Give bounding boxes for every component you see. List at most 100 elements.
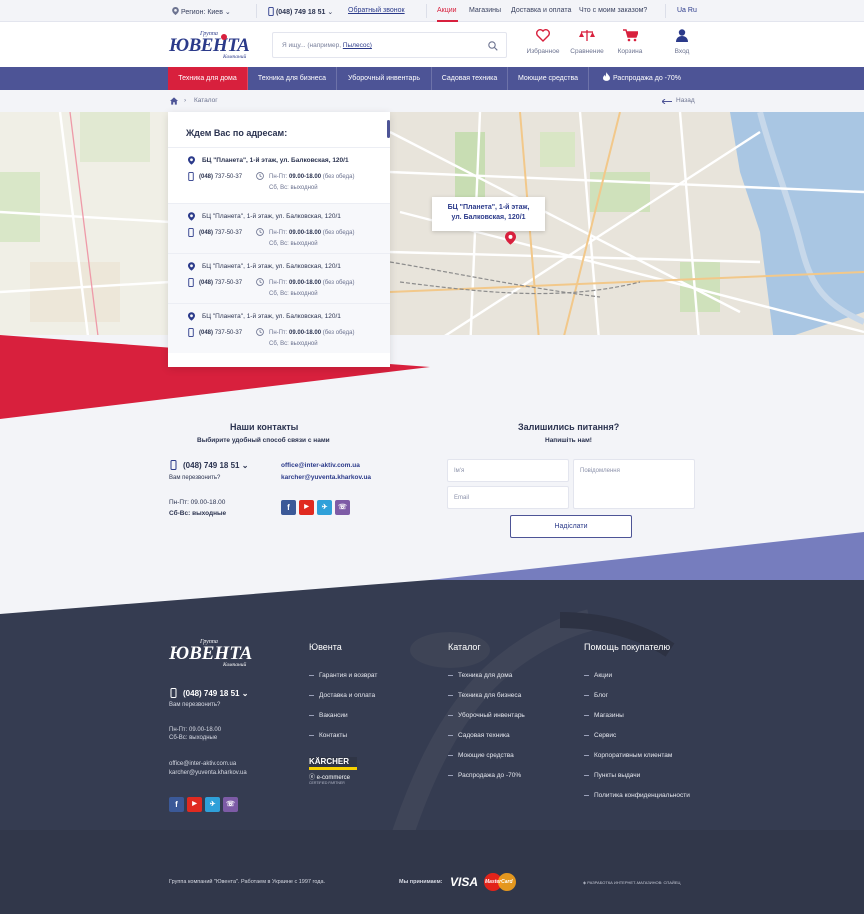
address-title: БЦ "Планета", 1-й этаж, ул. Балковская, … <box>202 157 349 164</box>
footer-link-vacancies[interactable]: Вакансии <box>309 712 348 719</box>
region-label: Регион: Киев <box>180 9 223 16</box>
address-item[interactable]: БЦ "Планета", 1-й этаж, ул. Балковская, … <box>168 203 390 253</box>
address-item[interactable]: БЦ "Планета", 1-й этаж, ул. Балковская, … <box>168 303 390 353</box>
topbar-link-order-status[interactable]: Что с моим заказом? <box>579 7 647 14</box>
address-item[interactable]: БЦ "Планета", 1-й этаж, ул. Балковская, … <box>168 147 390 197</box>
footer-link-pickup[interactable]: Пункты выдачи <box>584 772 640 779</box>
nav-item-home-appliances[interactable]: Техника для дома <box>168 67 248 90</box>
search-input[interactable]: Я ищу... (например, Пылесос) <box>272 32 507 58</box>
nav-item-business-equipment[interactable]: Техника для бизнеса <box>248 67 337 90</box>
address-panel: Ждем Вас по адресам: БЦ "Планета", 1-й э… <box>168 112 390 367</box>
back-link[interactable]: Назад <box>676 97 695 104</box>
address-item[interactable]: БЦ "Планета", 1-й этаж, ул. Балковская, … <box>168 253 390 303</box>
name-placeholder: Ім'я <box>454 468 465 474</box>
footer-link-stores[interactable]: Магазины <box>584 712 624 719</box>
footer-link-detergents[interactable]: Моющие средства <box>448 752 514 759</box>
logo[interactable]: Группа ЮВЕНТА Компаний <box>169 31 255 60</box>
address-hours-note: (без обеда) <box>322 174 355 180</box>
topbar-link-stores[interactable]: Магазины <box>469 7 501 14</box>
address-phone[interactable]: (048) 737-50-37 <box>199 174 242 180</box>
footer-link-warranty[interactable]: Гарантия и возврат <box>309 672 377 679</box>
footer-telegram-icon[interactable]: ✈ <box>205 797 220 812</box>
map-marker-icon[interactable] <box>505 231 516 245</box>
footer-hours: Пн-Пт: 09.00-18.00 <box>169 727 222 733</box>
footer-phone-number: (048) 749 18 51 <box>183 689 240 698</box>
topbar-link-delivery[interactable]: Доставка и оплата <box>511 7 571 14</box>
map-canvas <box>0 112 864 352</box>
nav-item-cleaning-tools[interactable]: Уборочный инвентарь <box>337 67 432 90</box>
message-field[interactable]: Повідомлення <box>573 459 695 509</box>
callback-link[interactable]: Обратный звонок <box>348 7 405 14</box>
mastercard-icon: MasterCard <box>484 873 518 891</box>
contacts-phone[interactable]: (048) 749 18 51 ⌄ <box>183 461 248 470</box>
developer-credit[interactable]: ◈ РАЗРАБОТКА ИНТЕРНЕТ-МАГАЗИНОВ: СПАЙЕЦ <box>583 880 680 885</box>
address-weekend: Сб, Вс: выходной <box>269 291 318 297</box>
viber-icon[interactable]: ☏ <box>335 500 350 515</box>
footer-link-service[interactable]: Сервис <box>584 732 616 739</box>
map[interactable] <box>0 112 864 352</box>
address-hours-value: 09.00-18.00 <box>289 230 322 236</box>
cart-button[interactable]: Корзина <box>605 29 655 55</box>
address-panel-title: Ждем Вас по адресам: <box>186 128 288 138</box>
address-phone-prefix: (048) <box>199 330 214 336</box>
topbar-phone[interactable]: (048) 749 18 51 ⌄ <box>268 7 333 16</box>
footer-logo[interactable]: Группа ЮВЕНТА Компаний <box>169 639 255 668</box>
nav-item-sale[interactable]: Распродажа до -70% <box>589 67 695 90</box>
favorites-label: Избранное <box>526 48 560 55</box>
footer-link-promo[interactable]: Акции <box>584 672 612 679</box>
footer-email-office[interactable]: office@inter-aktiv.com.ua <box>169 761 236 767</box>
address-hours: Пн-Пт: 09.00-18.00 (без обеда) <box>269 174 354 180</box>
footer-link-home-appliances[interactable]: Техника для дома <box>448 672 512 679</box>
telegram-icon[interactable]: ✈ <box>317 500 332 515</box>
address-phone-prefix: (048) <box>199 230 214 236</box>
map-tooltip-line1: БЦ "Планета", 1-й этаж, <box>447 204 530 211</box>
footer-link-blog[interactable]: Блог <box>584 692 608 699</box>
contacts-email-office[interactable]: office@inter-aktiv.com.ua <box>281 462 360 469</box>
cart-icon <box>622 29 639 42</box>
email-field[interactable]: Email <box>447 486 569 509</box>
facebook-icon[interactable]: f <box>281 500 296 515</box>
contacts-callback-link[interactable]: Вам перезвонить? <box>169 475 220 481</box>
footer-email-karcher[interactable]: karcher@yuventa.kharkov.ua <box>169 770 247 776</box>
header: Группа ЮВЕНТА Компаний Я ищу... (наприме… <box>0 22 864 67</box>
breadcrumb-separator: › <box>184 97 187 104</box>
footer-link-delivery[interactable]: Доставка и оплата <box>309 692 375 699</box>
footer-link-business[interactable]: Техника для бизнеса <box>448 692 521 699</box>
contacts-email-karcher[interactable]: karcher@yuventa.kharkov.ua <box>281 474 371 481</box>
region-selector[interactable]: Регион: Киев ⌄ <box>172 7 231 16</box>
address-phone[interactable]: (048) 737-50-37 <box>199 280 242 286</box>
map-tooltip: БЦ "Планета", 1-й этаж, ул. Балковская, … <box>432 197 545 231</box>
footer-callback-link[interactable]: Вам перезвонить? <box>169 702 220 708</box>
language-switcher[interactable]: Ua Ru <box>677 7 697 14</box>
footer: Группа ЮВЕНТА Компаний (048) 749 18 51 ⌄… <box>0 580 864 914</box>
footer-phone[interactable]: (048) 749 18 51 ⌄ <box>183 689 248 698</box>
address-scrollbar[interactable] <box>387 120 390 138</box>
footer-link-contacts[interactable]: Контакты <box>309 732 347 739</box>
address-hours-label: Пн-Пт: <box>269 174 288 180</box>
youtube-icon[interactable]: ▶ <box>299 500 314 515</box>
footer-link-corporate[interactable]: Корпоративным клиентам <box>584 752 672 759</box>
footer-link-sale[interactable]: Распродажа до -70% <box>448 772 521 779</box>
footer-link-garden[interactable]: Садовая техника <box>448 732 510 739</box>
search-placeholder: Я ищу... (например, Пылесос) <box>282 42 372 49</box>
email-placeholder: Email <box>454 495 470 501</box>
mobile-icon <box>188 172 194 181</box>
address-hours-label: Пн-Пт: <box>269 330 288 336</box>
footer-link-privacy[interactable]: Политика конфиденциальности <box>584 792 690 799</box>
footer-link-cleaning[interactable]: Уборочный инвентарь <box>448 712 525 719</box>
address-phone[interactable]: (048) 737-50-37 <box>199 230 242 236</box>
address-phone[interactable]: (048) 737-50-37 <box>199 330 242 336</box>
footer-youtube-icon[interactable]: ▶ <box>187 797 202 812</box>
login-button[interactable]: Вход <box>657 29 707 55</box>
nav-item-detergents[interactable]: Моющие средства <box>508 67 589 90</box>
fire-icon <box>602 72 610 81</box>
home-icon[interactable] <box>170 97 178 105</box>
mobile-icon <box>268 7 274 16</box>
name-field[interactable]: Ім'я <box>447 459 569 482</box>
footer-viber-icon[interactable]: ☏ <box>223 797 238 812</box>
footer-facebook-icon[interactable]: f <box>169 797 184 812</box>
topbar-link-promo[interactable]: Акции <box>437 7 457 14</box>
favorites-button[interactable]: Избранное <box>518 29 568 55</box>
nav-item-garden[interactable]: Садовая техника <box>432 67 508 90</box>
search-icon[interactable] <box>488 41 498 51</box>
